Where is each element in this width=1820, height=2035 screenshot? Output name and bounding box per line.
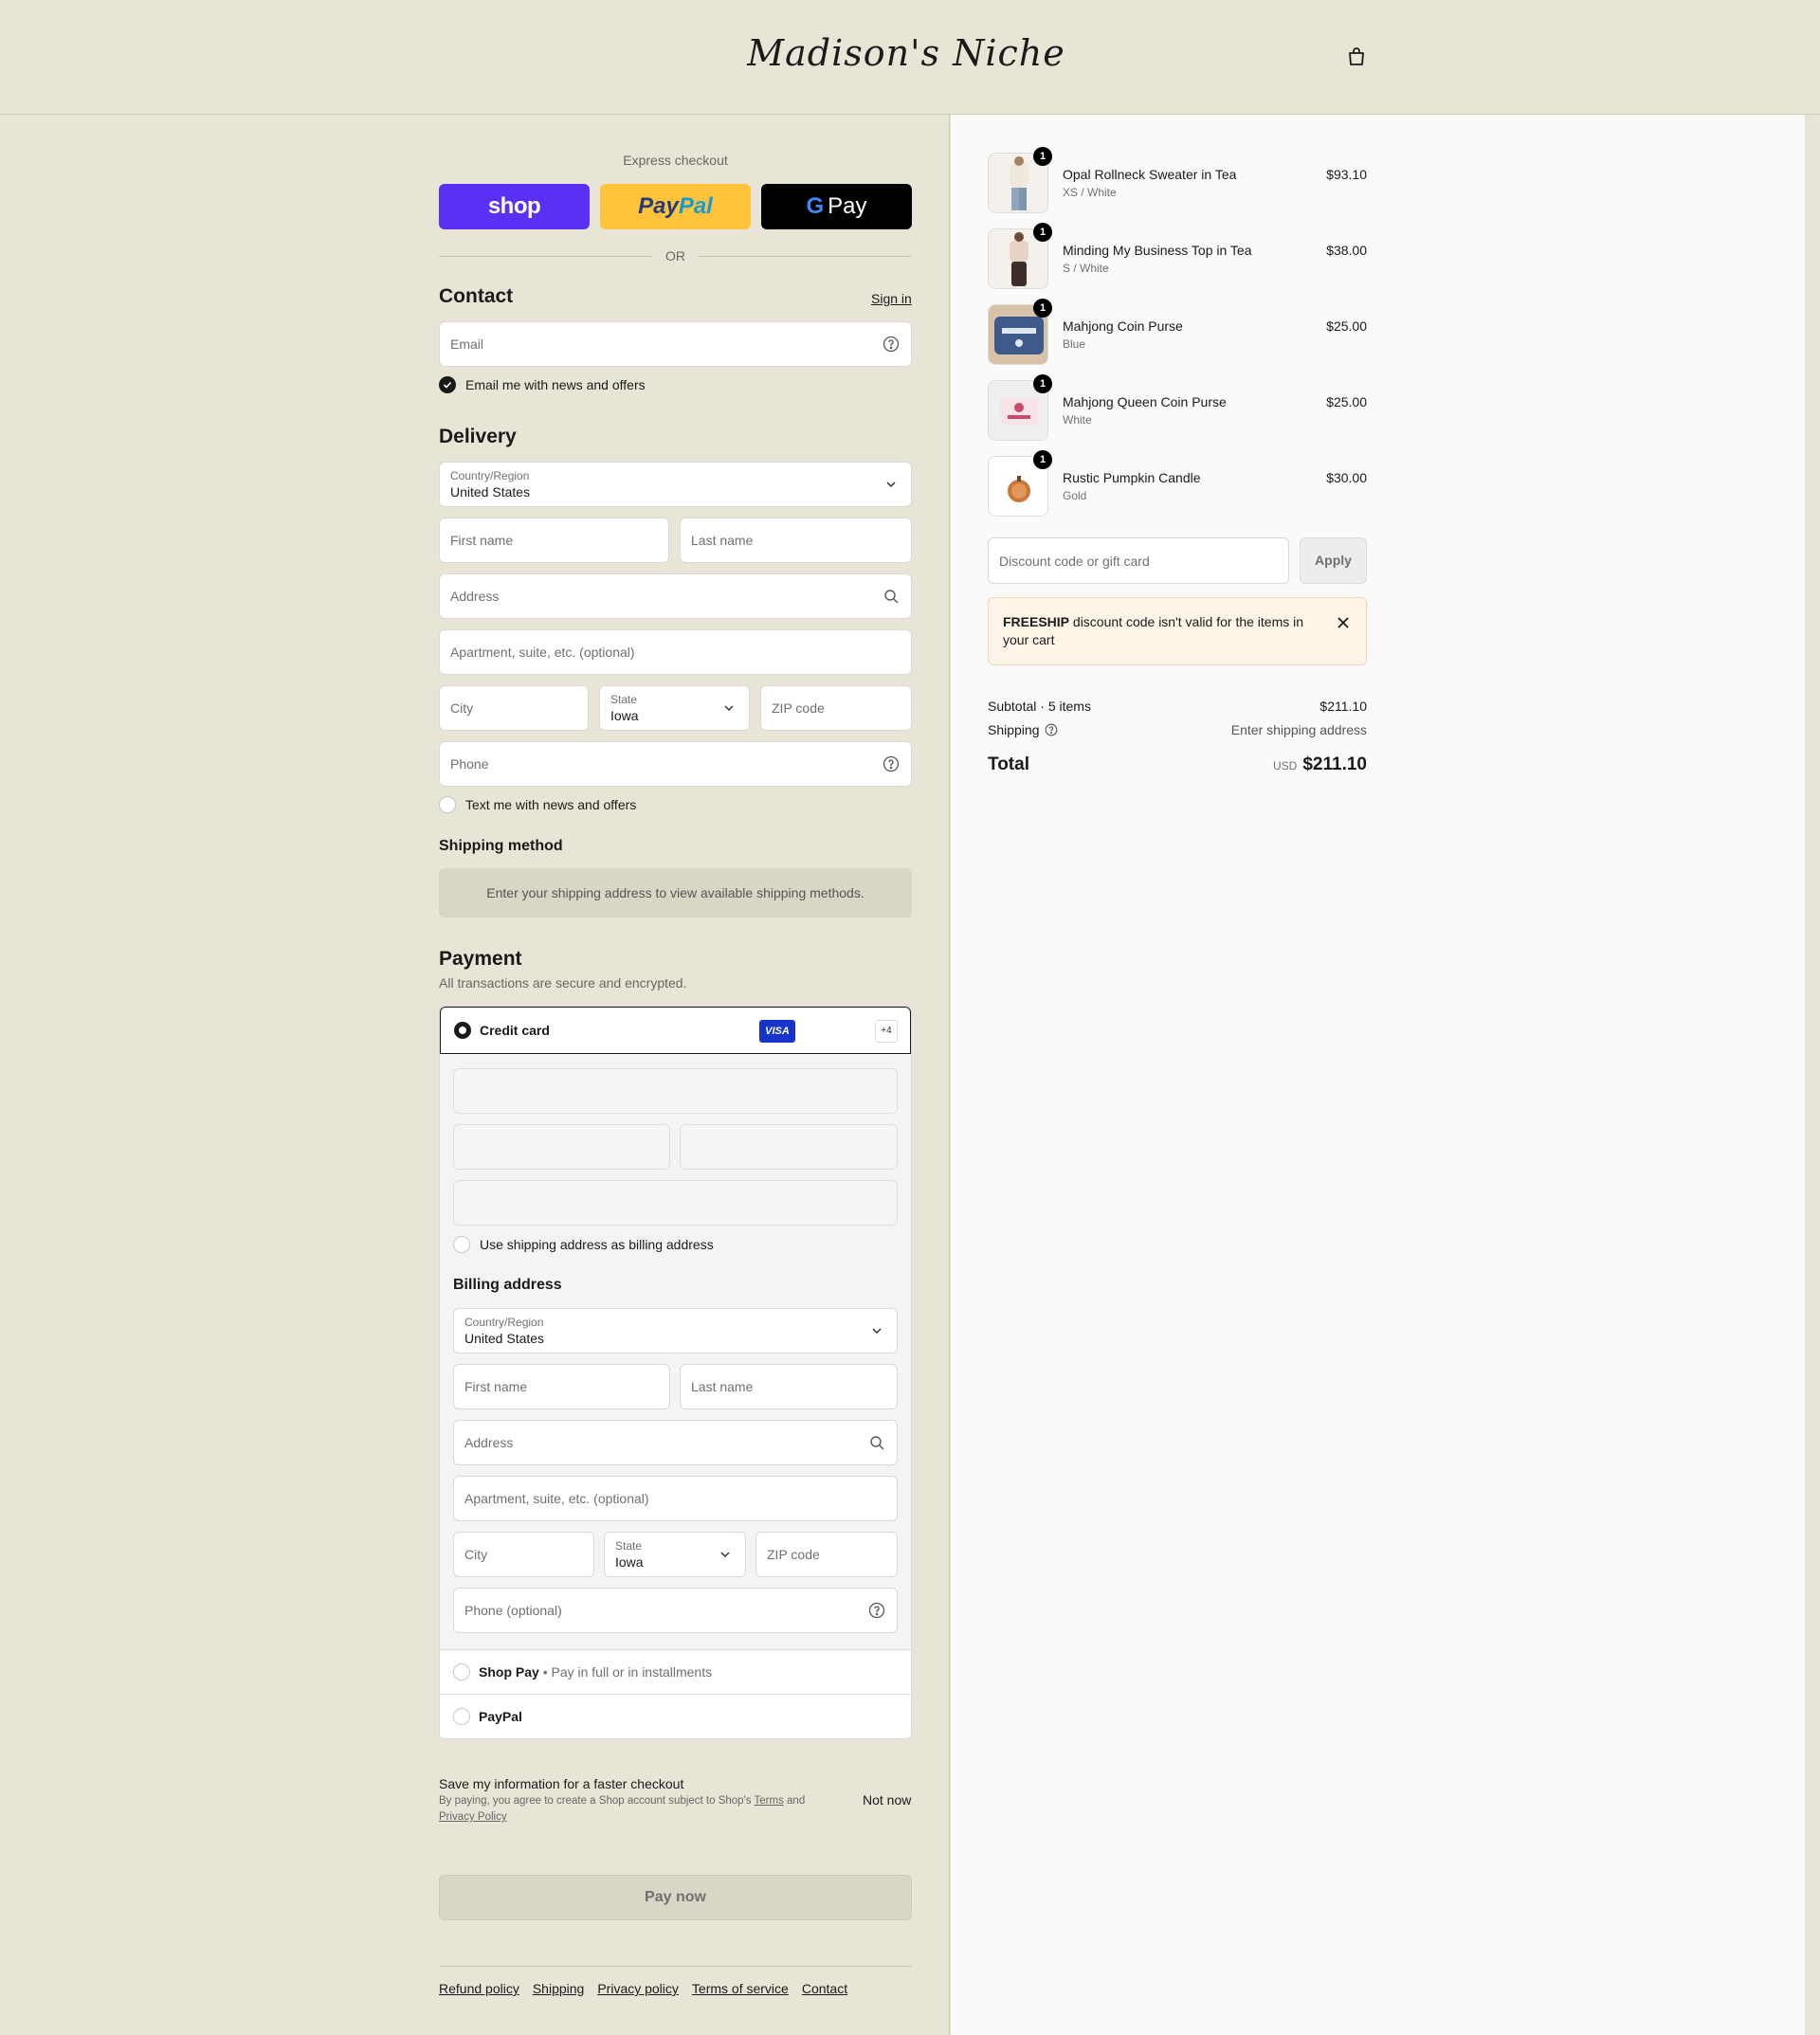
phone-field[interactable]: Phone (439, 741, 912, 787)
search-icon (884, 590, 899, 604)
pay-now-button[interactable]: Pay now (439, 1875, 912, 1920)
sign-in-link[interactable]: Sign in (871, 291, 912, 306)
shipping-method-heading: Shipping method (439, 838, 563, 854)
shop-terms-link[interactable]: Terms (755, 1795, 784, 1807)
quantity-badge: 1 (1033, 299, 1052, 318)
chevron-down-icon (872, 1328, 882, 1335)
billing-apartment-field[interactable]: Apartment, suite, etc. (optional) (453, 1476, 898, 1521)
not-now-button[interactable]: Not now (863, 1792, 911, 1808)
shop-pay-radio[interactable] (453, 1663, 470, 1681)
billing-address-field[interactable]: Address (453, 1420, 898, 1465)
apply-discount-button[interactable]: Apply (1300, 537, 1367, 584)
or-divider: OR (439, 248, 912, 263)
last-name-field[interactable]: Last name (680, 518, 912, 563)
discount-code-input[interactable]: Discount code or gift card (988, 537, 1289, 584)
discount-error-alert: FREESHIP discount code isn't valid for t… (988, 597, 1367, 665)
cart-item: 1 Opal Rollneck Sweater in Tea XS / Whit… (988, 147, 1367, 213)
google-pay-button[interactable]: G Pay (761, 184, 912, 229)
paypal-option[interactable]: PayPal (440, 1694, 911, 1738)
credit-card-option[interactable]: Credit card VISA +4 (440, 1007, 911, 1054)
privacy-policy-link[interactable]: Privacy policy (597, 1981, 679, 1996)
billing-first-name-field[interactable]: First name (453, 1364, 670, 1409)
contact-heading: Contact (439, 285, 514, 307)
billing-address-heading: Billing address (453, 1277, 562, 1293)
card-cvv-field[interactable] (680, 1124, 898, 1170)
chevron-down-icon (724, 705, 734, 712)
chevron-down-icon (886, 481, 896, 488)
billing-city-field[interactable]: City (453, 1532, 594, 1577)
help-circle-icon[interactable] (883, 336, 900, 353)
help-circle-icon[interactable] (868, 1602, 885, 1619)
footer-links: Refund policy Shipping Privacy policy Te… (439, 1981, 847, 1996)
card-expiry-field[interactable] (453, 1124, 670, 1170)
address-field[interactable]: Address (439, 573, 912, 619)
shop-privacy-link[interactable]: Privacy Policy (439, 1811, 507, 1823)
card-number-field[interactable] (453, 1068, 898, 1114)
paypal-radio[interactable] (453, 1708, 470, 1725)
save-info-terms: By paying, you agree to create a Shop ac… (439, 1795, 806, 1823)
shipping-policy-link[interactable]: Shipping (533, 1981, 585, 1996)
close-icon[interactable] (1337, 616, 1350, 629)
apartment-field[interactable]: Apartment, suite, etc. (optional) (439, 629, 912, 675)
help-circle-icon[interactable] (883, 755, 900, 772)
cart-item: 1 Minding My Business Top in Tea S / Whi… (988, 223, 1367, 289)
quantity-badge: 1 (1033, 374, 1052, 393)
quantity-badge: 1 (1033, 450, 1052, 469)
shop-pay-button[interactable]: shop (439, 184, 590, 229)
credit-card-radio[interactable] (454, 1022, 471, 1039)
express-checkout-label: Express checkout (623, 153, 728, 168)
credit-card-form: Use shipping address as billing address … (440, 1054, 911, 1651)
first-name-field[interactable]: First name (439, 518, 669, 563)
total-row: Total USD $211.10 (988, 754, 1367, 774)
delivery-heading: Delivery (439, 426, 517, 447)
contact-link[interactable]: Contact (802, 1981, 847, 1996)
quantity-badge: 1 (1033, 223, 1052, 242)
use-shipping-as-billing-checkbox[interactable]: Use shipping address as billing address (453, 1236, 714, 1253)
country-select[interactable]: Country/Region United States (439, 462, 912, 507)
city-field[interactable]: City (439, 685, 589, 731)
footer-divider (439, 1966, 912, 1967)
shipping-method-notice: Enter your shipping address to view avai… (439, 868, 912, 918)
shipping-row: Shipping Enter shipping address (988, 722, 1367, 737)
chevron-down-icon (720, 1552, 730, 1558)
search-icon (870, 1436, 884, 1450)
email-field[interactable]: Email (439, 321, 912, 367)
payment-subtitle: All transactions are secure and encrypte… (439, 975, 687, 990)
billing-country-select[interactable]: Country/Region United States (453, 1308, 898, 1354)
billing-phone-field[interactable]: Phone (optional) (453, 1588, 898, 1633)
cart-item: 1 Rustic Pumpkin Candle Gold $30.00 (988, 450, 1367, 517)
text-news-checkbox[interactable]: Text me with news and offers (439, 796, 636, 813)
express-checkout-buttons: shop Pay Pal G Pay (439, 184, 912, 229)
store-logo[interactable]: Madison's Niche (0, 32, 1812, 74)
refund-policy-link[interactable]: Refund policy (439, 1981, 519, 1996)
paypal-button[interactable]: Pay Pal (600, 184, 751, 229)
shopping-bag-icon[interactable] (1345, 45, 1368, 68)
email-news-checkbox[interactable]: Email me with news and offers (439, 376, 646, 393)
shop-pay-option[interactable]: Shop Pay • Pay in full or in installment… (440, 1649, 911, 1694)
more-cards-badge: +4 (875, 1020, 898, 1043)
card-name-field[interactable] (453, 1180, 898, 1226)
subtotal-row: Subtotal · 5 items $211.10 (988, 699, 1367, 714)
checkmark-icon (439, 376, 456, 393)
state-select[interactable]: State Iowa (599, 685, 750, 731)
visa-icon: VISA (759, 1020, 795, 1043)
terms-of-service-link[interactable]: Terms of service (692, 1981, 789, 1996)
cart-item: 1 Mahjong Queen Coin Purse White $25.00 (988, 374, 1367, 441)
cart-item: 1 Mahjong Coin Purse Blue $25.00 (988, 299, 1367, 365)
billing-zip-field[interactable]: ZIP code (755, 1532, 898, 1577)
zip-field[interactable]: ZIP code (760, 685, 912, 731)
payment-methods: Credit card VISA +4 Use shipping address… (439, 1006, 912, 1739)
billing-last-name-field[interactable]: Last name (680, 1364, 898, 1409)
billing-state-select[interactable]: State Iowa (604, 1532, 746, 1577)
save-info-title: Save my information for a faster checkou… (439, 1776, 684, 1791)
site-header: Madison's Niche (0, 0, 1820, 115)
payment-heading: Payment (439, 948, 522, 970)
google-g-icon: G (806, 193, 825, 219)
help-circle-icon[interactable] (1045, 723, 1058, 736)
quantity-badge: 1 (1033, 147, 1052, 166)
